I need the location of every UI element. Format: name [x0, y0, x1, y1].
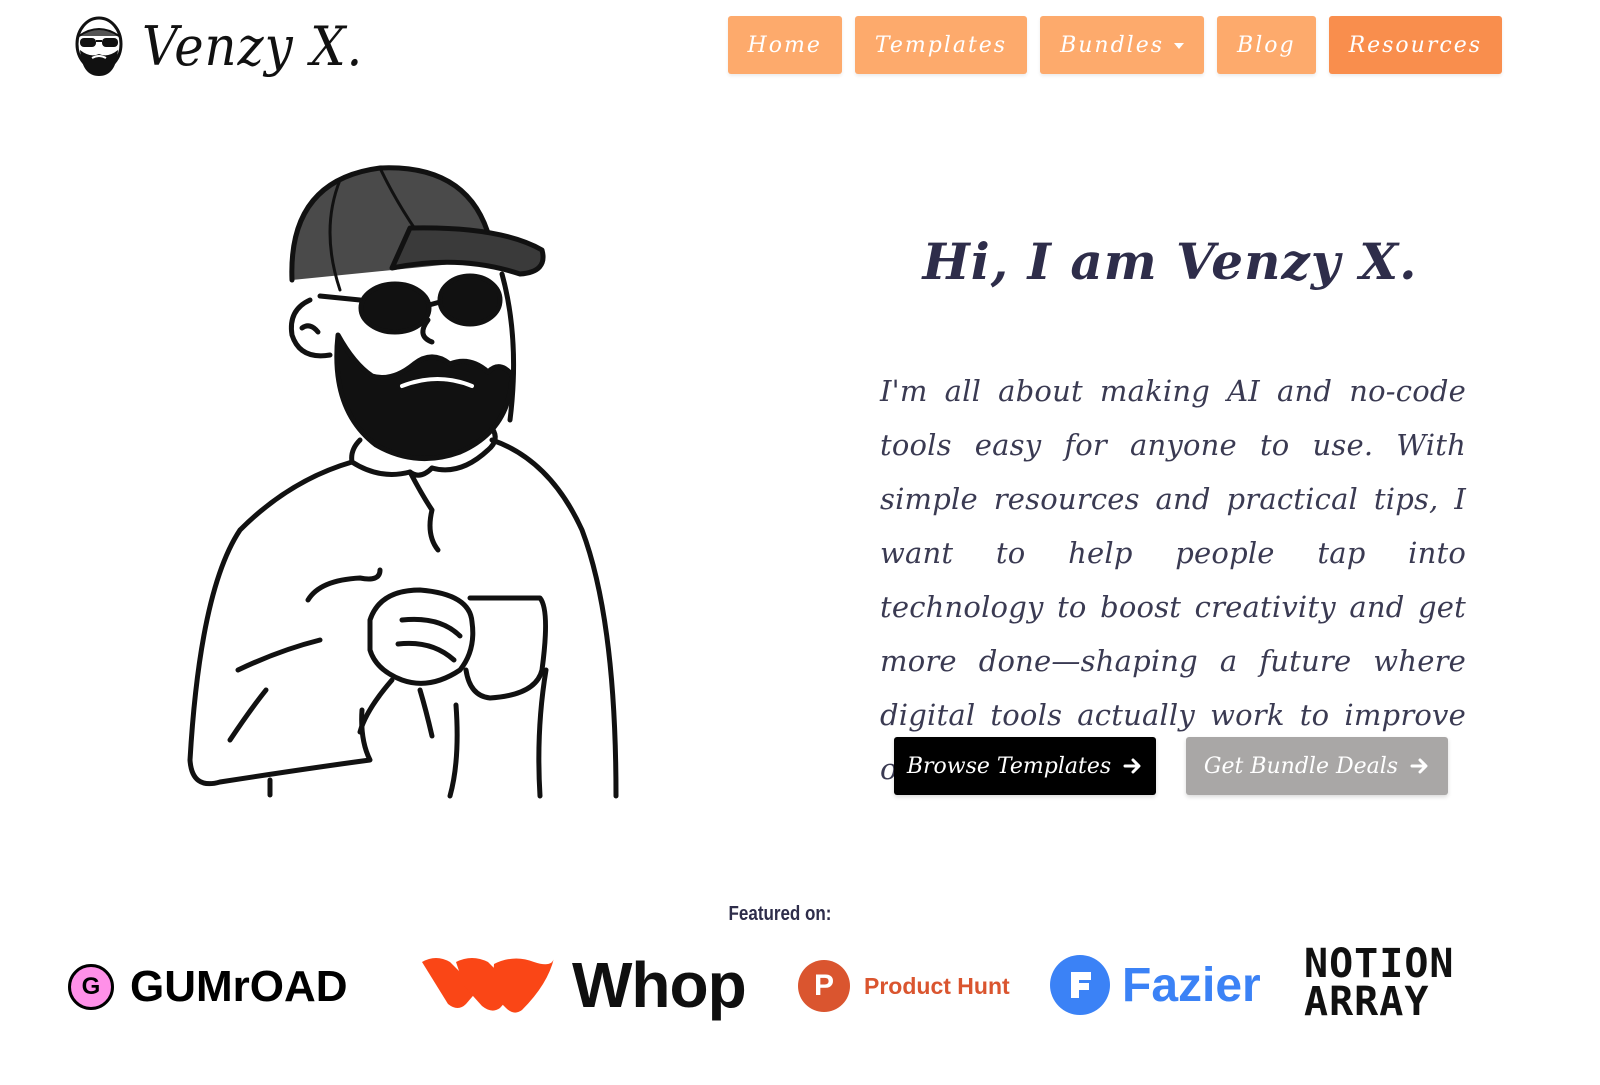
notion-array-line2: ARRAY [1304, 979, 1430, 1025]
whop-logo[interactable]: Whop [418, 948, 747, 1022]
nav-bundles-dropdown[interactable]: Bundles [1040, 16, 1205, 74]
fazier-logo[interactable]: Fazier [1050, 955, 1261, 1015]
notion-array-wordmark: NOTION ARRAY [1304, 941, 1455, 1025]
nav-blog-button[interactable]: Blog [1217, 16, 1316, 74]
gumroad-logo[interactable]: G GUMrOAD [68, 962, 348, 1012]
avatar-logo-icon [75, 16, 123, 76]
whop-mark-icon [422, 958, 554, 1013]
logo-text: Venzy X. [142, 14, 364, 78]
arrow-right-icon [1123, 758, 1141, 774]
notion-array-logo[interactable]: NOTION ARRAY [1304, 941, 1510, 1025]
arrow-right-icon [1410, 758, 1428, 774]
fazier-f-icon [1071, 972, 1091, 998]
product-hunt-logo[interactable]: P Product Hunt [798, 960, 1010, 1012]
nav-resources-button[interactable]: Resources [1328, 16, 1502, 74]
nav-blog-label: Blog [1237, 32, 1296, 58]
browse-templates-button[interactable]: Browse Templates [894, 737, 1156, 795]
hero-illustration [187, 165, 619, 799]
browse-templates-label: Browse Templates [906, 753, 1112, 779]
nav-home-label: Home [747, 32, 822, 58]
product-hunt-mark-icon: P [798, 960, 850, 1012]
main-nav: Home Templates Bundles Blog Resources [727, 16, 1502, 74]
nav-templates-label: Templates [874, 32, 1008, 58]
gumroad-mark-icon: G [68, 964, 114, 1010]
featured-on-label: Featured on: [728, 903, 832, 925]
nav-bundles-label: Bundles [1060, 32, 1165, 58]
notion-array-line1: NOTION [1304, 941, 1455, 987]
whop-wordmark: Whop [572, 949, 747, 1021]
site-logo[interactable]: Venzy X. [70, 14, 383, 78]
hero-description: I'm all about making AI and no-code tool… [880, 374, 1466, 786]
nav-resources-label: Resources [1348, 32, 1482, 58]
nav-home-button[interactable]: Home [727, 16, 842, 74]
nav-templates-button[interactable]: Templates [854, 16, 1028, 74]
hero-title: Hi, I am Venzy X. [922, 232, 1418, 291]
get-bundle-deals-button[interactable]: Get Bundle Deals [1186, 737, 1448, 795]
fazier-mark-icon [1050, 955, 1110, 1015]
fazier-wordmark: Fazier [1122, 958, 1261, 1012]
gumroad-wordmark: GUMrOAD [130, 962, 348, 1011]
get-bundle-deals-label: Get Bundle Deals [1203, 753, 1399, 779]
product-hunt-wordmark: Product Hunt [864, 972, 1010, 999]
caret-down-icon [1174, 43, 1185, 49]
